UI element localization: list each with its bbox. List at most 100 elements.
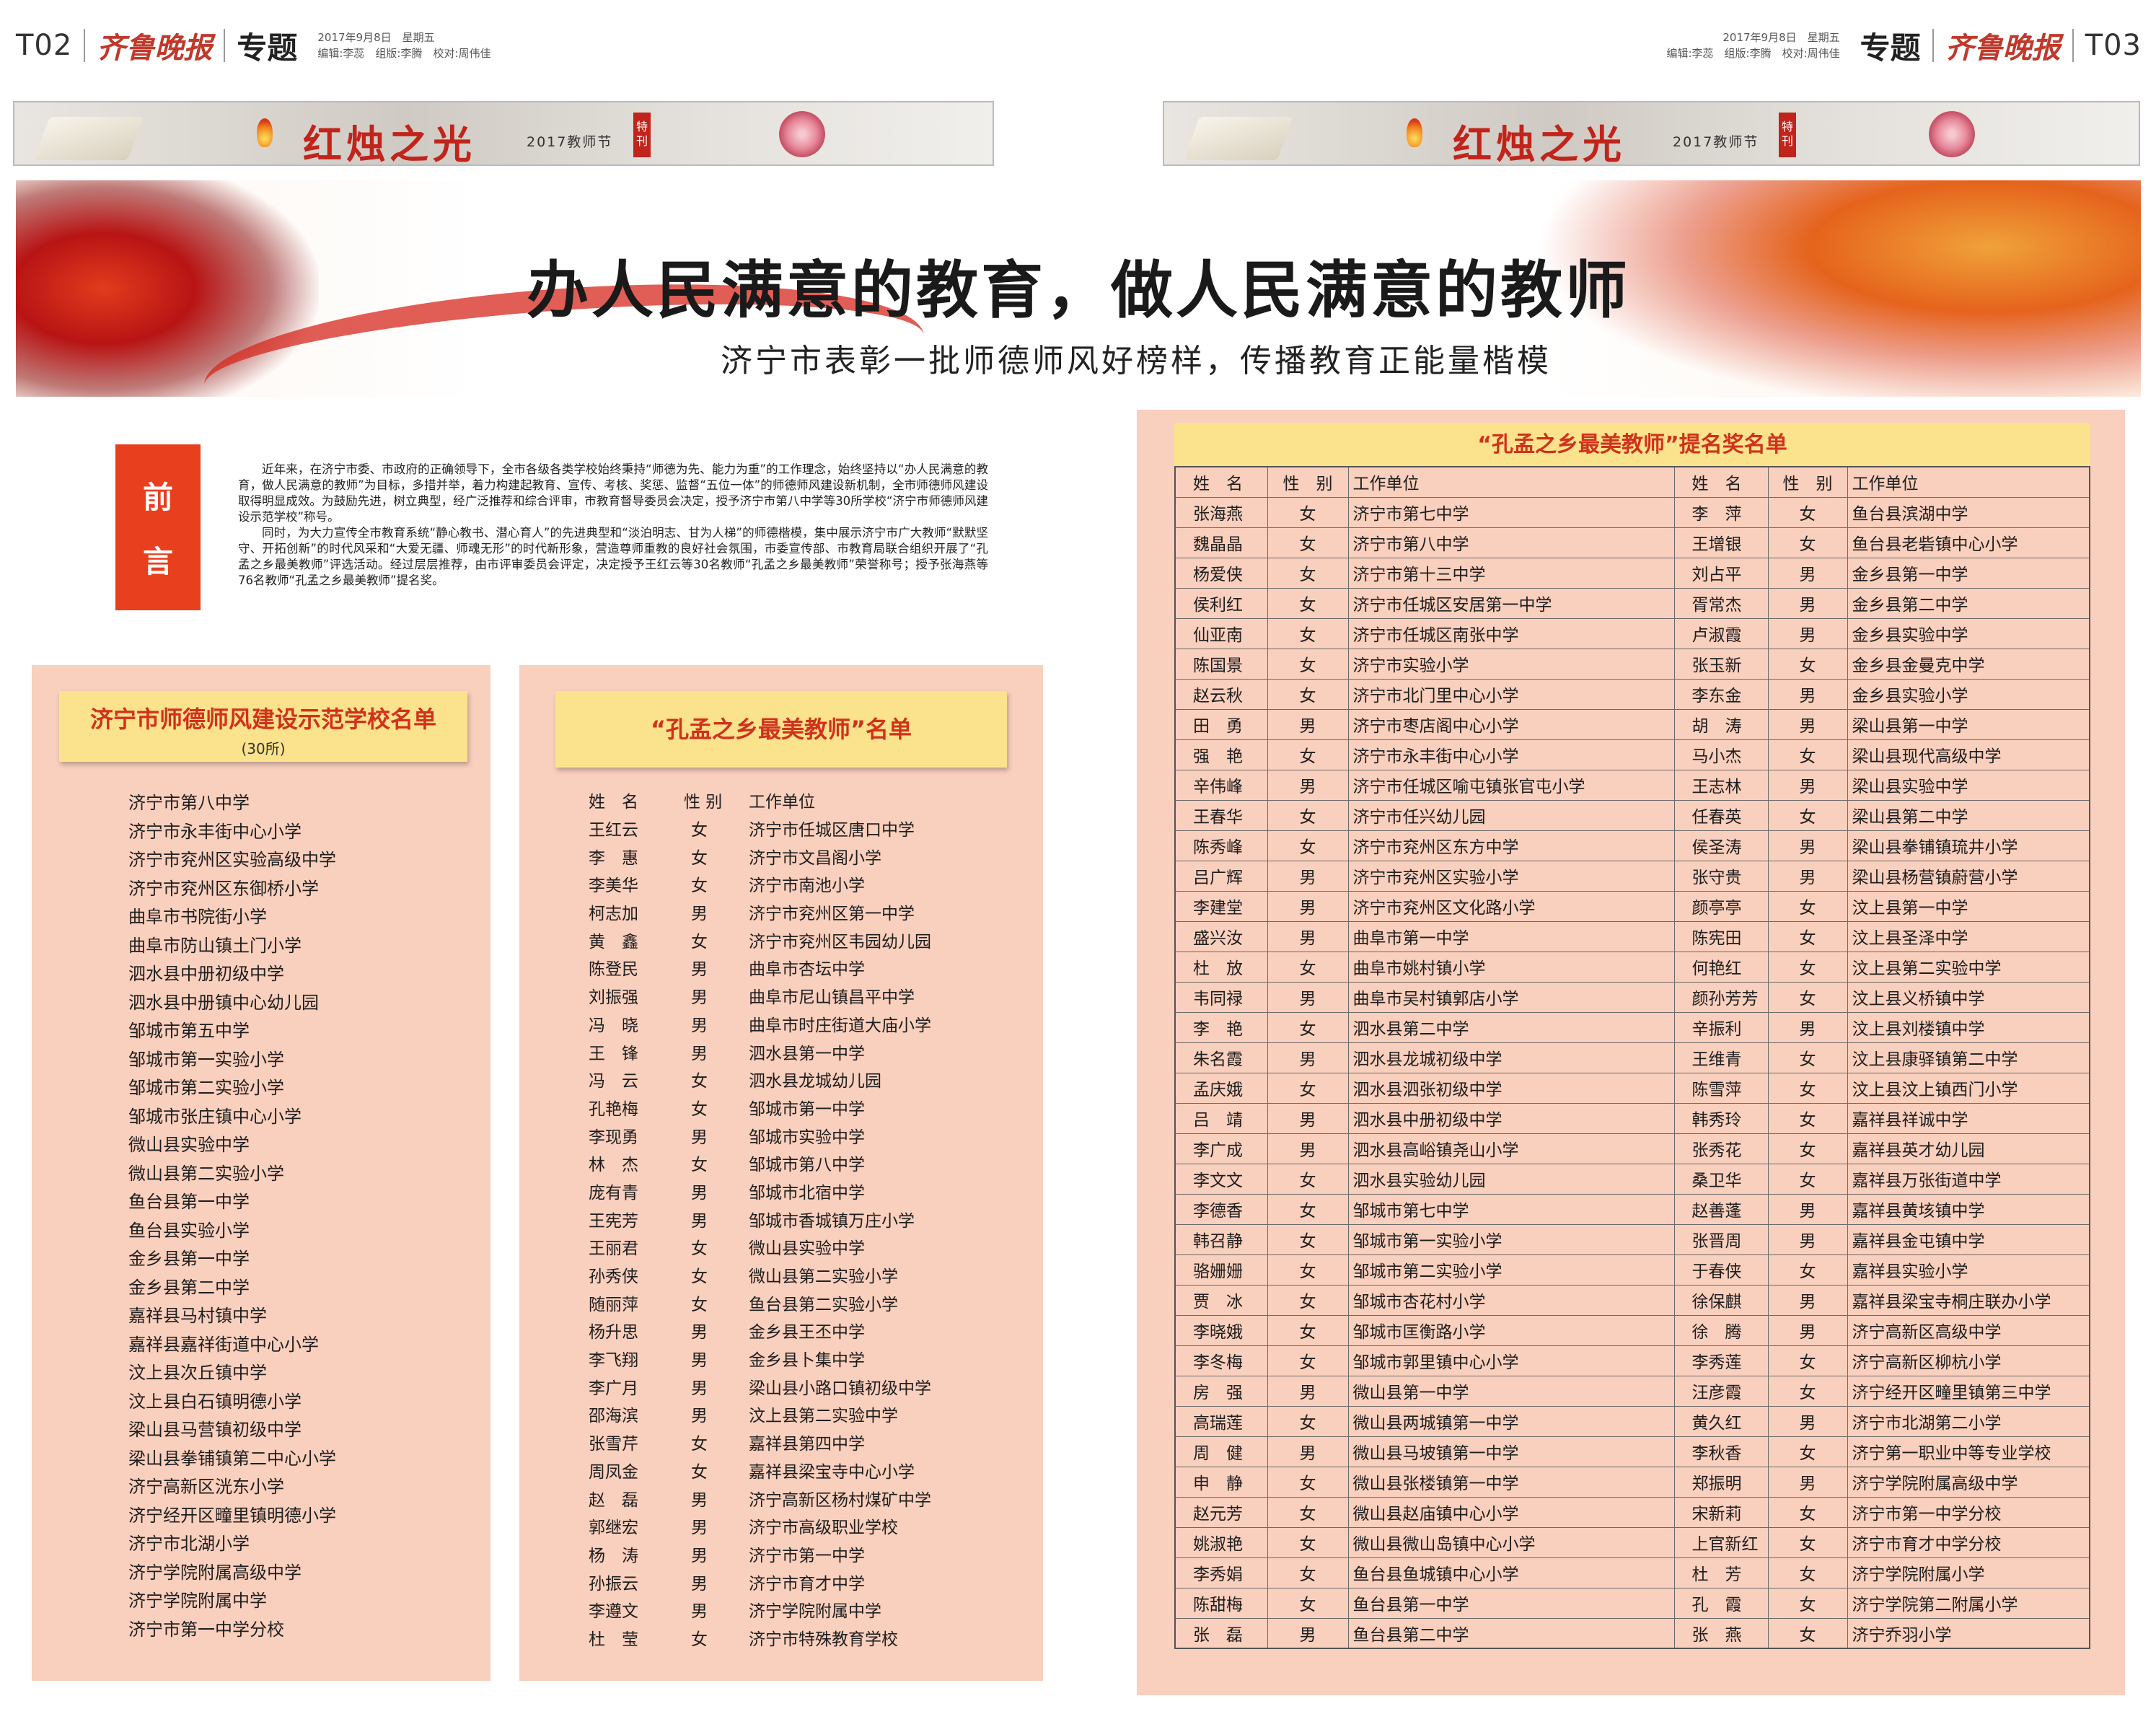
teacher-workplace: 济宁市兖州区韦园幼儿园 xyxy=(749,932,931,952)
school-list-item: 曲阜市防山镇土门小学 xyxy=(128,935,302,956)
nominee-workplace: 泗水县第二中学 xyxy=(1347,1011,1675,1043)
teacher-row: 王宪芳 男 邹城市香城镇万庄小学 xyxy=(589,1205,931,1233)
nominee-name: 颜孙芳芳 xyxy=(1673,981,1769,1013)
divider xyxy=(1932,29,1934,62)
teacher-gender: 男 xyxy=(691,1044,708,1063)
nominee-gender: 女 xyxy=(1267,587,1349,619)
nominee-gender: 男 xyxy=(1767,1223,1848,1255)
nominee-row: 李 艳女泗水县第二中学 辛振利男汶上县刘楼镇中学 xyxy=(1174,1011,2090,1043)
nominee-workplace: 济宁高新区高级中学 xyxy=(1847,1314,2090,1346)
teacher-row: 庞有青 男 邹城市北宿中学 xyxy=(589,1177,931,1205)
left-page-header: T02 齐鲁晚报 专题 2017年9月8日 星期五 编辑:李蕊 组版:李腾 校对… xyxy=(16,20,491,71)
school-list-item: 邹城市第二实验小学 xyxy=(128,1078,284,1098)
nominee-workplace: 邹城市第一实验小学 xyxy=(1347,1223,1675,1255)
nominee-gender: 女 xyxy=(1267,951,1349,983)
nominee-name: 李秀娟 xyxy=(1174,1557,1268,1588)
nominee-row: 骆姗姗女邹城市第二实验小学 于春侠女嘉祥县实验小学 xyxy=(1174,1254,2090,1286)
nominee-gender: 男 xyxy=(1767,1314,1848,1346)
nominee-workplace: 曲阜市第一中学 xyxy=(1347,920,1675,952)
school-list-item: 济宁市第八中学 xyxy=(128,793,250,813)
teacher-workplace: 济宁市南池小学 xyxy=(749,876,865,896)
nominee-workplace: 微山县张楼镇第一中学 xyxy=(1347,1466,1675,1498)
nominee-workplace: 济宁市第十三中学 xyxy=(1347,557,1675,589)
nominee-gender: 女 xyxy=(1267,1072,1349,1104)
nominee-name: 张 磊 xyxy=(1174,1617,1268,1649)
teacher-workplace: 济宁市高级职业学校 xyxy=(749,1519,898,1538)
nominee-name: 徐保麒 xyxy=(1673,1284,1769,1316)
nominee-gender: 女 xyxy=(1267,1557,1349,1588)
teacher-name: 随丽萍 xyxy=(589,1295,638,1314)
nominee-row: 侯利红女济宁市任城区安居第一中学 胥常杰男金乡县第二中学 xyxy=(1174,587,2090,619)
teacher-row: 黄 鑫 女 济宁市兖州区韦园幼儿园 xyxy=(589,926,931,954)
nominee-gender: 男 xyxy=(1767,618,1848,649)
nominee-workplace: 济宁市兖州区东方中学 xyxy=(1347,830,1675,861)
teacher-name: 刘振强 xyxy=(589,988,638,1008)
nominee-gender: 男 xyxy=(1767,860,1848,892)
nominee-workplace: 济宁市第七中学 xyxy=(1347,496,1675,528)
rose-illustration xyxy=(1929,111,1975,157)
teacher-name: 孔艳梅 xyxy=(589,1099,638,1119)
nominee-gender: 女 xyxy=(1267,799,1349,831)
nominee-gender: 女 xyxy=(1767,799,1848,831)
staff-credits: 编辑:李蕊 组版:李腾 校对:周伟佳 xyxy=(317,47,491,60)
nominee-gender: 女 xyxy=(1767,1617,1848,1649)
nominee-name: 陈甜梅 xyxy=(1174,1587,1268,1619)
hero-banner: 办人民满意的教育，做人民满意的教师 济宁市表彰一批师德师风好榜样，传播教育正能量… xyxy=(16,180,2141,397)
nominee-workplace: 泗水县实验幼儿园 xyxy=(1347,1163,1675,1195)
teacher-name: 郭继宏 xyxy=(589,1519,638,1538)
teacher-name: 林 杰 xyxy=(589,1156,638,1175)
nominee-row: 王春华女济宁市任兴幼儿园 任春英女梁山县第二中学 xyxy=(1174,799,2090,831)
teacher-gender: 女 xyxy=(691,848,708,868)
nominee-row: 申 静女微山县张楼镇第一中学 郑振明男济宁学院附属高级中学 xyxy=(1174,1466,2090,1498)
nominee-workplace: 汶上县圣泽中学 xyxy=(1847,920,2090,952)
nominee-name: 王志林 xyxy=(1673,769,1769,801)
teacher-gender: 男 xyxy=(691,1323,708,1343)
nominee-name: 任春英 xyxy=(1673,799,1769,831)
nominee-name: 陈国景 xyxy=(1174,648,1268,680)
nominee-gender: 男 xyxy=(1267,708,1349,740)
teacher-name: 冯 云 xyxy=(589,1072,638,1091)
nominee-table: 姓 名 性 别 工作单位 姓 名 性 别 工作单位 张海燕女济宁市第七中学李 萍… xyxy=(1174,466,2090,1649)
teacher-row: 冯 晓 男 曲阜市时庄街道大庙小学 xyxy=(589,1010,931,1038)
teacher-gender: 男 xyxy=(691,1016,708,1035)
school-list-item: 泗水县中册镇中心幼儿园 xyxy=(128,992,319,1013)
teacher-name: 王宪芳 xyxy=(589,1211,638,1231)
teacher-gender: 女 xyxy=(691,1099,708,1119)
nominee-workplace: 汶上县义桥镇中学 xyxy=(1847,981,2090,1013)
nominee-gender: 女 xyxy=(1767,1436,1848,1467)
special-badge: 特刊 xyxy=(633,113,651,157)
nominee-gender: 女 xyxy=(1267,1011,1349,1043)
candle-flame-icon xyxy=(257,118,273,147)
nominee-row: 韦同禄男曲阜市吴村镇郭店小学 颜孙芳芳女汶上县义桥镇中学 xyxy=(1174,981,2090,1013)
preface-label: 前 言 xyxy=(115,444,201,610)
nominee-workplace: 汶上县康驿镇第二中学 xyxy=(1847,1042,2090,1073)
teacher-table: 姓 名 性 别 工作单位 王红云女济宁市任城区唐口中学李 惠女济宁市文昌阁小学李… xyxy=(589,786,931,1651)
teacher-name: 孙秀侠 xyxy=(589,1267,638,1287)
page-number: T02 xyxy=(16,29,73,62)
teacher-name: 张雪芹 xyxy=(589,1435,638,1454)
nominee-gender: 男 xyxy=(1267,1436,1349,1467)
preface-paragraph: 近年来，在济宁市委、市政府的正确领导下，全市各级各类学校始终秉持“师德为先、能力… xyxy=(238,462,988,524)
nominee-workplace: 济宁市实验小学 xyxy=(1347,648,1675,680)
nominee-row: 辛伟峰男济宁市任城区喻屯镇张官屯小学 王志林男梁山县实验中学 xyxy=(1174,769,2090,801)
nominee-gender: 女 xyxy=(1267,1223,1349,1255)
nominee-list-panel: “孔孟之乡最美教师”提名奖名单 姓 名 性 别 工作单位 姓 名 性 别 工作单… xyxy=(1137,410,2125,1695)
nominee-name: 上官新红 xyxy=(1673,1526,1769,1558)
school-list-item: 鱼台县第一中学 xyxy=(128,1192,250,1212)
nominee-workplace: 微山县第一中学 xyxy=(1347,1375,1675,1407)
school-list-item: 济宁学院附属高级中学 xyxy=(128,1562,302,1583)
nominee-name: 黄久红 xyxy=(1673,1405,1769,1437)
teacher-name: 杜 莹 xyxy=(589,1630,638,1649)
nominee-gender: 女 xyxy=(1767,1254,1848,1286)
school-count: (30所) xyxy=(241,740,286,757)
teacher-workplace: 梁山县小路口镇初级中学 xyxy=(749,1379,931,1398)
nominee-name: 张守贵 xyxy=(1673,860,1769,892)
nominee-name: 贾 冰 xyxy=(1174,1284,1268,1316)
nominee-workplace: 汶上县刘楼镇中学 xyxy=(1847,1011,2090,1043)
teacher-row: 杨升思 男 金乡县王丕中学 xyxy=(589,1317,931,1345)
nominee-name: 赵善蓬 xyxy=(1673,1193,1769,1225)
preface-label-char: 前 xyxy=(142,480,173,515)
nominee-gender: 女 xyxy=(1267,1254,1349,1286)
nominee-row: 吕广辉男济宁市兖州区实验小学 张守贵男梁山县杨营镇蔚营小学 xyxy=(1174,860,2090,892)
teacher-list-panel: “孔孟之乡最美教师”名单 姓 名 性 别 工作单位 王红云女济宁市任城区唐口中学… xyxy=(519,665,1043,1681)
